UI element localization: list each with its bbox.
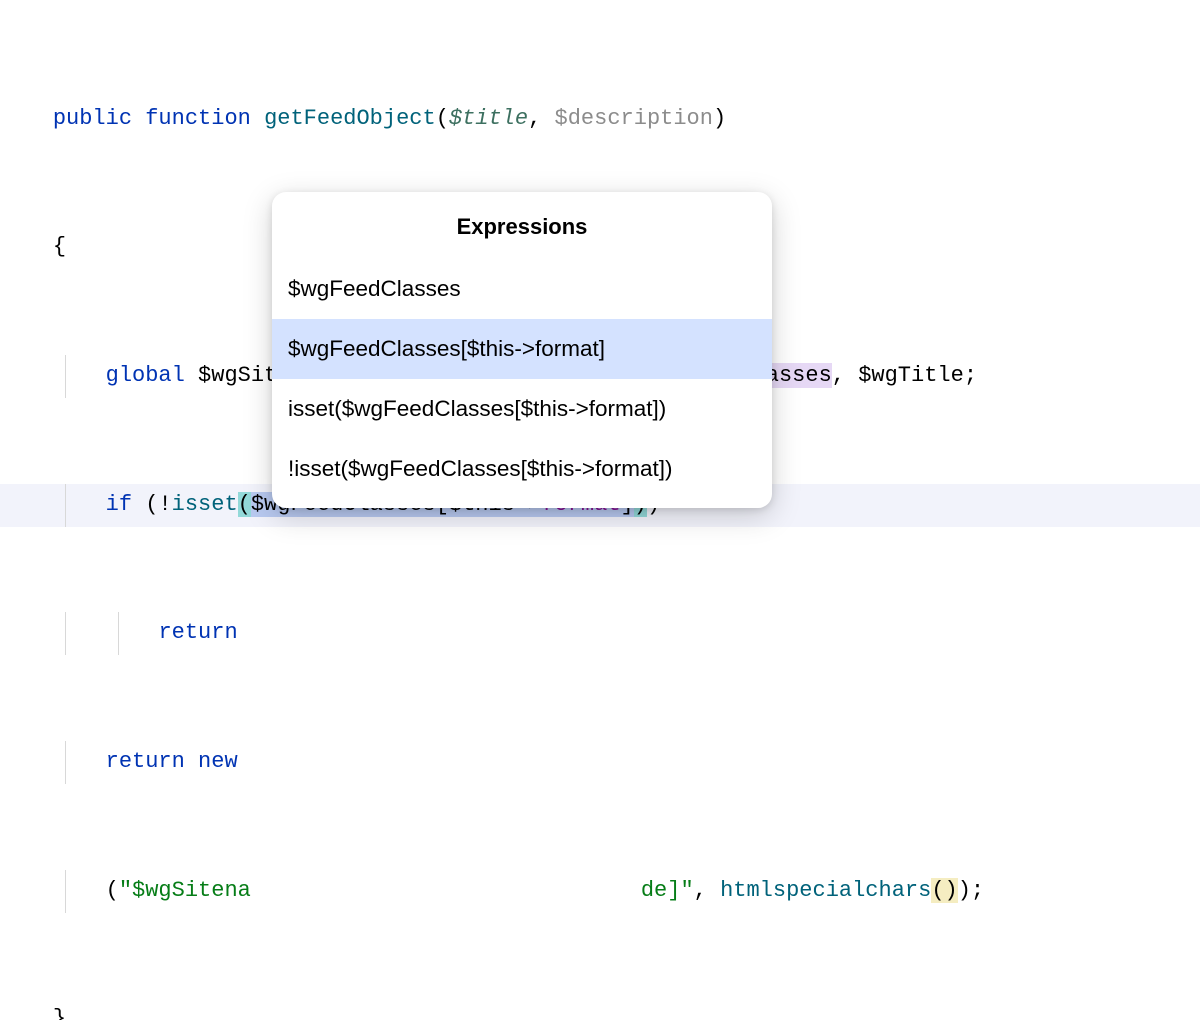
fn-htmlspecialchars: htmlspecialchars (720, 878, 931, 903)
comma: , (528, 106, 554, 131)
popup-list: $wgFeedClasses $wgFeedClasses[$this->for… (272, 259, 772, 509)
keyword-global: global (106, 363, 185, 388)
function-name: getFeedObject (264, 106, 436, 131)
brace-close: } (53, 1006, 66, 1020)
code-line[interactable]: } (0, 998, 1200, 1020)
expressions-popup: Expressions $wgFeedClasses $wgFeedClasse… (272, 192, 772, 508)
expression-option-selected[interactable]: $wgFeedClasses[$this->format] (272, 319, 772, 379)
expression-option[interactable]: isset($wgFeedClasses[$this->format]) (272, 379, 772, 439)
expression-option[interactable]: !isset($wgFeedClasses[$this->format]) (272, 439, 772, 499)
popup-title: Expressions (272, 192, 772, 259)
paren-close: ) (713, 106, 726, 131)
keyword-public: public (53, 106, 132, 131)
expression-option[interactable]: $wgFeedClasses (272, 259, 772, 319)
string-tail: de] (641, 878, 681, 903)
brace-open: { (53, 234, 66, 259)
keyword-function: function (145, 106, 251, 131)
param-description: $description (555, 106, 713, 131)
code-line[interactable]: return new (0, 741, 1200, 784)
paren-open: ( (436, 106, 449, 131)
keyword-if: if (106, 492, 132, 517)
keyword-return: return (158, 620, 237, 645)
fn-isset: isset (172, 492, 238, 517)
string-wgsitena: $wgSitena (132, 878, 251, 903)
code-line[interactable]: return (0, 612, 1200, 655)
code-line[interactable]: ("$wgSitenade]", htmlspecialchars()); (0, 870, 1200, 913)
param-title: $title (449, 106, 528, 131)
keyword-return: return (106, 749, 185, 774)
code-line[interactable]: public function getFeedObject($title, $d… (0, 98, 1200, 141)
var-wgtitle: $wgTitle (858, 363, 964, 388)
keyword-new: new (185, 749, 238, 774)
code-editor[interactable]: public function getFeedObject($title, $d… (0, 12, 1200, 1020)
